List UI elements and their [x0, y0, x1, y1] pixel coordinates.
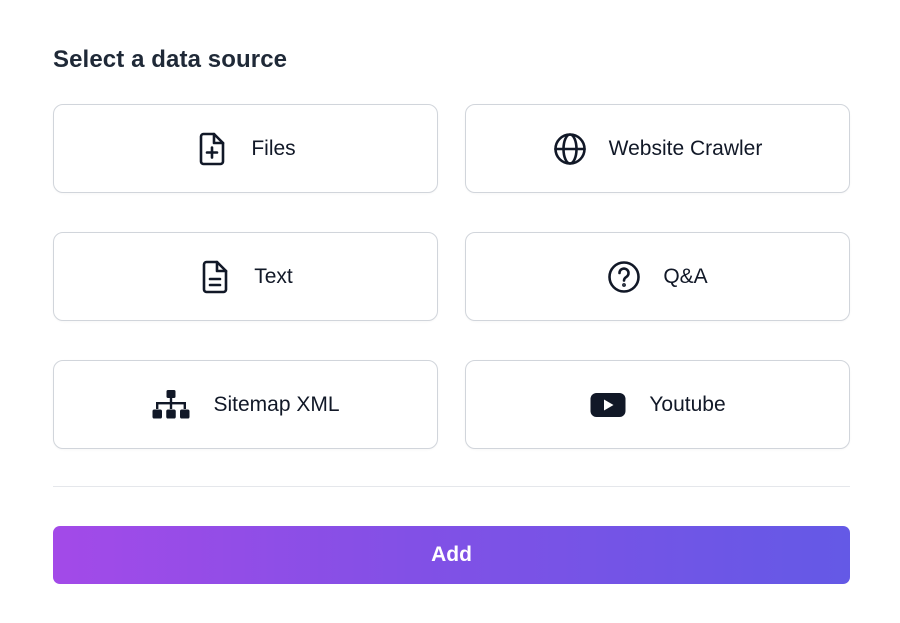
source-card-qa[interactable]: Q&A [465, 232, 850, 321]
source-card-label: Sitemap XML [213, 392, 340, 416]
page-title: Select a data source [53, 46, 288, 73]
source-card-label: Q&A [663, 264, 708, 288]
source-card-youtube[interactable]: Youtube [465, 360, 850, 449]
source-card-label: Website Crawler [608, 136, 763, 160]
source-card-files[interactable]: Files [53, 104, 438, 193]
source-card-sitemap-xml[interactable]: Sitemap XML [53, 360, 438, 449]
data-source-grid: Files Website Crawler Text Q&A Sitemap X… [53, 104, 850, 449]
divider [53, 486, 850, 487]
globe-icon [553, 132, 587, 166]
sitemap-icon [151, 388, 191, 422]
file-plus-icon [195, 132, 229, 166]
source-card-text[interactable]: Text [53, 232, 438, 321]
source-card-label: Youtube [649, 392, 726, 416]
source-card-label: Files [251, 136, 296, 160]
youtube-icon [589, 388, 627, 422]
add-button[interactable]: Add [53, 526, 850, 584]
question-circle-icon [607, 260, 641, 294]
source-card-label: Text [254, 264, 293, 288]
document-text-icon [198, 260, 232, 294]
source-card-website-crawler[interactable]: Website Crawler [465, 104, 850, 193]
